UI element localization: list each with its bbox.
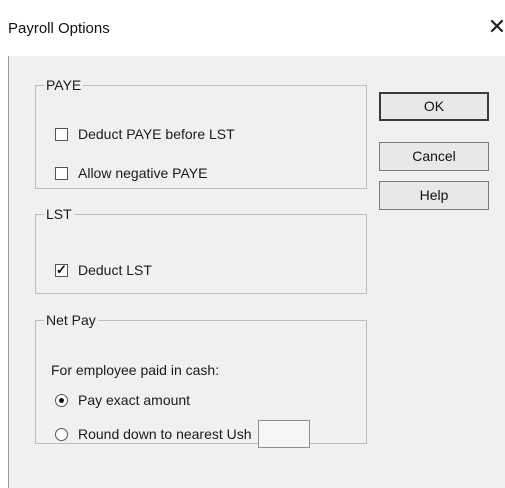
ok-button[interactable]: OK (379, 92, 489, 121)
net-pay-group: Net Pay For employee paid in cash: Pay e… (35, 312, 367, 448)
allow-negative-paye-option[interactable]: Allow negative PAYE (55, 165, 207, 181)
pay-exact-amount-option[interactable]: Pay exact amount (55, 392, 190, 408)
deduct-paye-before-lst-checkbox[interactable] (55, 127, 68, 141)
lst-group-label: LST (46, 206, 72, 222)
deduct-lst-option[interactable]: Deduct LST (55, 262, 152, 278)
deduct-paye-before-lst-label: Deduct PAYE before LST (78, 126, 235, 142)
pay-exact-amount-radio[interactable] (55, 393, 68, 407)
help-button[interactable]: Help (379, 181, 489, 210)
round-down-radio[interactable] (55, 427, 68, 441)
deduct-lst-label: Deduct LST (78, 262, 152, 278)
dialog-body: PAYE Deduct PAYE before LST Allow negati… (8, 56, 505, 488)
allow-negative-paye-label: Allow negative PAYE (78, 165, 208, 181)
cash-employee-prompt: For employee paid in cash: (51, 362, 220, 378)
deduct-paye-before-lst-option[interactable]: Deduct PAYE before LST (55, 126, 235, 142)
title-bar: Payroll Options ✕ (0, 0, 505, 56)
net-pay-group-label: Net Pay (46, 312, 96, 328)
paye-group-label: PAYE (46, 77, 82, 93)
paye-group: PAYE Deduct PAYE before LST Allow negati… (35, 77, 367, 189)
pay-exact-amount-label: Pay exact amount (78, 392, 191, 408)
allow-negative-paye-checkbox[interactable] (55, 166, 68, 180)
deduct-lst-checkbox[interactable] (55, 262, 68, 278)
round-amount-input[interactable] (257, 420, 310, 448)
close-icon[interactable]: ✕ (486, 16, 505, 40)
cancel-button[interactable]: Cancel (379, 142, 489, 171)
window-title: Payroll Options (8, 20, 110, 37)
round-down-option[interactable]: Round down to nearest Ush (55, 420, 310, 448)
round-down-label: Round down to nearest Ush (78, 426, 252, 442)
lst-group: LST Deduct LST (35, 206, 367, 294)
